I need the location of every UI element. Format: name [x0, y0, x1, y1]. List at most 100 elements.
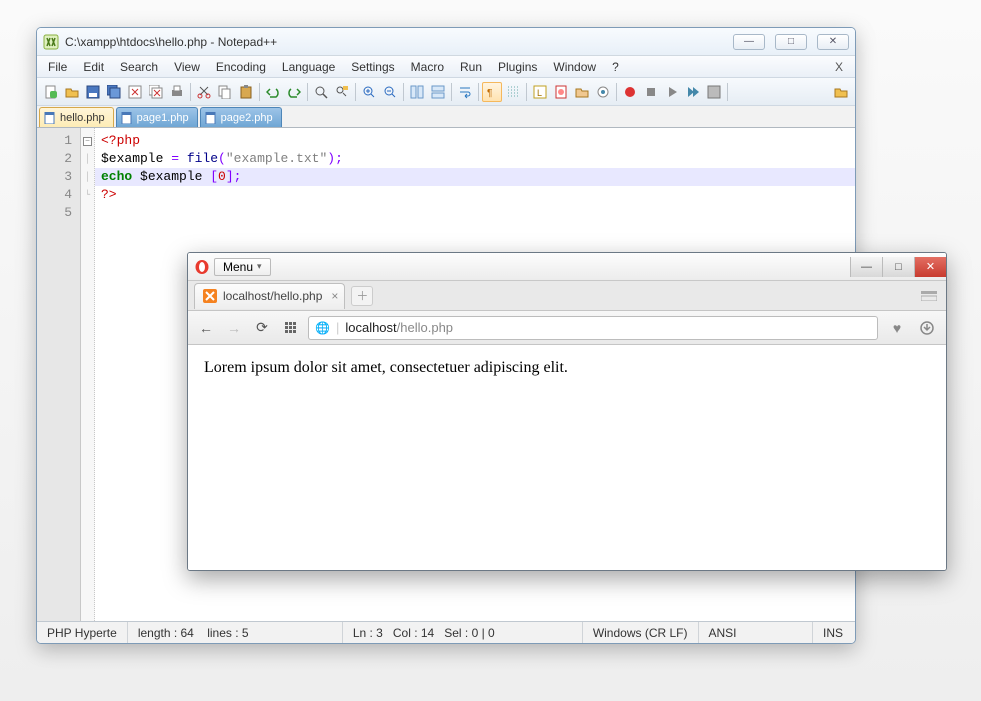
new-tab-button[interactable]: ＋	[351, 286, 373, 306]
menu-search[interactable]: Search	[113, 58, 165, 76]
status-insert: INS	[813, 622, 855, 643]
sync-h-icon[interactable]	[428, 82, 448, 102]
zoom-in-icon[interactable]	[359, 82, 379, 102]
panel-toggle-icon[interactable]	[918, 288, 940, 304]
menu-help[interactable]: ?	[605, 58, 626, 76]
maximize-button[interactable]: □	[775, 34, 807, 50]
cut-icon[interactable]	[194, 82, 214, 102]
menu-settings[interactable]: Settings	[344, 58, 401, 76]
back-button[interactable]: ←	[196, 318, 216, 338]
close-all-icon[interactable]	[146, 82, 166, 102]
menubar: File Edit Search View Encoding Language …	[37, 56, 855, 78]
opera-icon	[194, 259, 210, 275]
open-icon[interactable]	[62, 82, 82, 102]
window-title: C:\xampp\htdocs\hello.php - Notepad++	[65, 35, 733, 49]
tab-close-icon[interactable]: ×	[331, 289, 338, 303]
user-lang-icon[interactable]: L	[530, 82, 550, 102]
zoom-out-icon[interactable]	[380, 82, 400, 102]
close-icon[interactable]	[125, 82, 145, 102]
br-close-button[interactable]: ✕	[914, 257, 946, 277]
menu-file[interactable]: File	[41, 58, 74, 76]
svg-text:L: L	[537, 88, 542, 98]
grid-icon	[285, 322, 296, 333]
npp-titlebar[interactable]: C:\xampp\htdocs\hello.php - Notepad++ — …	[37, 28, 855, 56]
notepadpp-icon	[43, 34, 59, 50]
br-maximize-button[interactable]: □	[882, 257, 914, 277]
show-all-chars-icon[interactable]: ¶	[482, 82, 502, 102]
status-eol: Windows (CR LF)	[583, 622, 699, 643]
bookmark-heart-icon[interactable]: ♥	[886, 317, 908, 339]
br-titlebar[interactable]: Menu — □ ✕	[188, 253, 946, 281]
xampp-icon	[203, 289, 217, 303]
print-icon[interactable]	[167, 82, 187, 102]
tab-page1[interactable]: page1.php	[116, 107, 198, 127]
save-macro-icon[interactable]	[704, 82, 724, 102]
copy-icon[interactable]	[215, 82, 235, 102]
folder-icon[interactable]	[572, 82, 592, 102]
status-length: length : 64 lines : 5	[128, 622, 343, 643]
wrap-icon[interactable]	[455, 82, 475, 102]
redo-icon[interactable]	[284, 82, 304, 102]
globe-icon: 🌐	[315, 321, 330, 335]
opera-menu-button[interactable]: Menu	[214, 258, 271, 276]
menu-edit[interactable]: Edit	[76, 58, 111, 76]
doc-map-icon[interactable]	[551, 82, 571, 102]
status-encoding: ANSI	[699, 622, 814, 643]
explorer-icon[interactable]	[831, 82, 851, 102]
svg-text:¶: ¶	[487, 88, 492, 99]
find-icon[interactable]	[311, 82, 331, 102]
menu-run[interactable]: Run	[453, 58, 489, 76]
file-icon	[121, 112, 133, 124]
tab-hello[interactable]: hello.php	[39, 107, 114, 127]
address-bar: ← → ⟳ 🌐 | localhost/hello.php ♥	[188, 311, 946, 345]
speed-dial-button[interactable]	[280, 318, 300, 338]
downloads-icon[interactable]	[916, 317, 938, 339]
save-all-icon[interactable]	[104, 82, 124, 102]
minimize-button[interactable]: —	[733, 34, 765, 50]
menu-view[interactable]: View	[167, 58, 207, 76]
tab-label: hello.php	[60, 112, 105, 124]
play-multi-icon[interactable]	[683, 82, 703, 102]
menu-macro[interactable]: Macro	[404, 58, 451, 76]
fold-toggle-icon[interactable]: −	[83, 137, 92, 146]
url-path: /hello.php	[397, 320, 453, 335]
tab-label: page2.php	[221, 112, 273, 124]
browser-tab-title: localhost/hello.php	[223, 289, 322, 303]
php-close: ?>	[101, 187, 117, 202]
file-icon	[205, 112, 217, 124]
url-host: localhost	[345, 320, 396, 335]
menu-plugins[interactable]: Plugins	[491, 58, 544, 76]
paste-icon[interactable]	[236, 82, 256, 102]
tab-label: page1.php	[137, 112, 189, 124]
reload-button[interactable]: ⟳	[252, 318, 272, 338]
monitor-icon[interactable]	[593, 82, 613, 102]
statusbar: PHP Hyperte length : 64 lines : 5 Ln : 3…	[37, 621, 855, 643]
undo-icon[interactable]	[263, 82, 283, 102]
indent-guide-icon[interactable]	[503, 82, 523, 102]
menu-close-x[interactable]: X	[827, 58, 851, 76]
menu-window[interactable]: Window	[546, 58, 603, 76]
tab-page2[interactable]: page2.php	[200, 107, 282, 127]
page-content: Lorem ipsum dolor sit amet, consectetuer…	[188, 345, 946, 570]
close-button[interactable]: ✕	[817, 34, 849, 50]
file-tabbar: hello.php page1.php page2.php	[37, 106, 855, 128]
new-icon[interactable]	[41, 82, 61, 102]
menu-language[interactable]: Language	[275, 58, 342, 76]
stop-icon[interactable]	[641, 82, 661, 102]
sync-v-icon[interactable]	[407, 82, 427, 102]
browser-window: Menu — □ ✕ localhost/hello.php × ＋ ← → ⟳…	[187, 252, 947, 571]
save-icon[interactable]	[83, 82, 103, 102]
record-icon[interactable]	[620, 82, 640, 102]
page-body-text: Lorem ipsum dolor sit amet, consectetuer…	[204, 359, 568, 376]
browser-tab[interactable]: localhost/hello.php ×	[194, 283, 345, 309]
replace-icon[interactable]	[332, 82, 352, 102]
status-lang: PHP Hyperte	[37, 622, 128, 643]
forward-button[interactable]: →	[224, 318, 244, 338]
file-icon	[44, 112, 56, 124]
menu-encoding[interactable]: Encoding	[209, 58, 273, 76]
url-field[interactable]: 🌐 | localhost/hello.php	[308, 316, 878, 340]
line-numbers: 1 2 3 4 5	[37, 128, 81, 621]
fold-column: − │ │ └	[81, 128, 95, 621]
play-icon[interactable]	[662, 82, 682, 102]
br-minimize-button[interactable]: —	[850, 257, 882, 277]
